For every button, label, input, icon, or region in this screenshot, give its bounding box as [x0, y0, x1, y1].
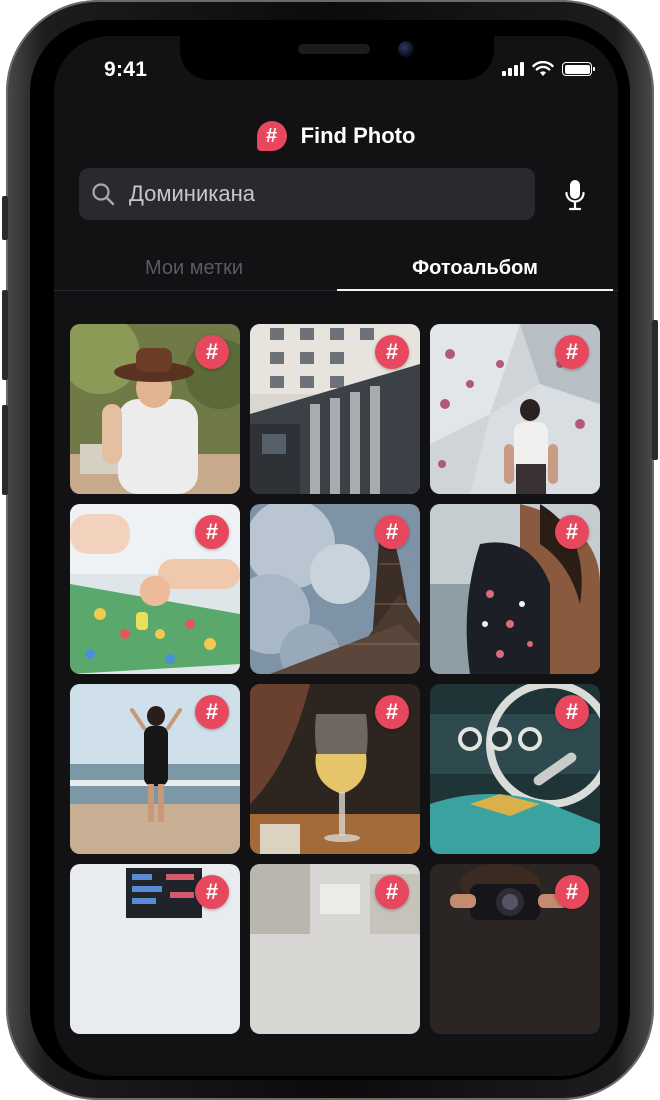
battery-icon	[562, 62, 595, 76]
photo-tag-badge[interactable]: #	[195, 515, 229, 549]
photo-tag-badge[interactable]: #	[375, 875, 409, 909]
photo-tile-building[interactable]: #	[250, 324, 420, 494]
status-icons	[502, 61, 595, 77]
tab-my-tags[interactable]: Мои метки	[114, 250, 274, 288]
photo-tile-woman-beach[interactable]: #	[70, 684, 240, 854]
photo-tag-badge[interactable]: #	[555, 695, 589, 729]
photo-tag-badge[interactable]: #	[555, 515, 589, 549]
photo-tile-car-dashboard[interactable]: #	[430, 684, 600, 854]
speaker-grille	[298, 44, 370, 54]
photo-tag-badge[interactable]: #	[195, 335, 229, 369]
app-title: Find Photo	[300, 123, 416, 148]
notch	[180, 36, 494, 80]
power-button	[652, 320, 658, 460]
volume-down-button	[2, 405, 8, 495]
photo-tile-man-in-hat[interactable]: #	[70, 324, 240, 494]
photo-tile-board-game[interactable]: #	[70, 504, 240, 674]
phone-frame: 9:41 # Find Photo Доминикана Мои метки Ф…	[2, 0, 658, 1100]
photo-tag-badge[interactable]: #	[555, 875, 589, 909]
active-tab-indicator	[337, 289, 613, 291]
search-bar[interactable]	[79, 168, 535, 220]
signal-icon	[502, 62, 524, 76]
front-camera	[398, 41, 414, 57]
photo-tag-badge[interactable]: #	[555, 335, 589, 369]
photo-tile-photographer[interactable]: #	[430, 864, 600, 1034]
photo-tag-badge[interactable]: #	[195, 695, 229, 729]
silent-switch	[2, 196, 8, 240]
wifi-icon	[532, 61, 554, 76]
photo-tile-monitor[interactable]: #	[70, 864, 240, 1034]
search-icon	[92, 183, 115, 206]
battery-level	[564, 64, 590, 74]
photo-tag-badge[interactable]: #	[375, 335, 409, 369]
app-header: # Find Photo	[54, 118, 618, 154]
search-input[interactable]	[129, 181, 535, 207]
app-screen: 9:41 # Find Photo Доминикана Мои метки Ф…	[54, 36, 618, 1076]
tab-bar: Мои метки Фотоальбом	[54, 250, 618, 292]
photo-tile-climbing-wall[interactable]: #	[430, 324, 600, 494]
photo-tag-badge[interactable]: #	[375, 515, 409, 549]
status-time: 9:41	[104, 58, 148, 81]
photo-tag-badge[interactable]: #	[195, 875, 229, 909]
photo-tag-badge[interactable]: #	[375, 695, 409, 729]
tab-photo-album[interactable]: Фотоальбом	[337, 250, 613, 288]
photo-tile-wine-glass[interactable]: #	[250, 684, 420, 854]
photo-tile-woman-sea[interactable]: #	[430, 504, 600, 674]
photo-tile-eiffel-tower[interactable]: #	[250, 504, 420, 674]
photo-tile-room[interactable]: #	[250, 864, 420, 1034]
microphone-icon[interactable]	[564, 179, 586, 211]
volume-up-button	[2, 290, 8, 380]
hashtag-logo-icon: #	[256, 121, 287, 151]
